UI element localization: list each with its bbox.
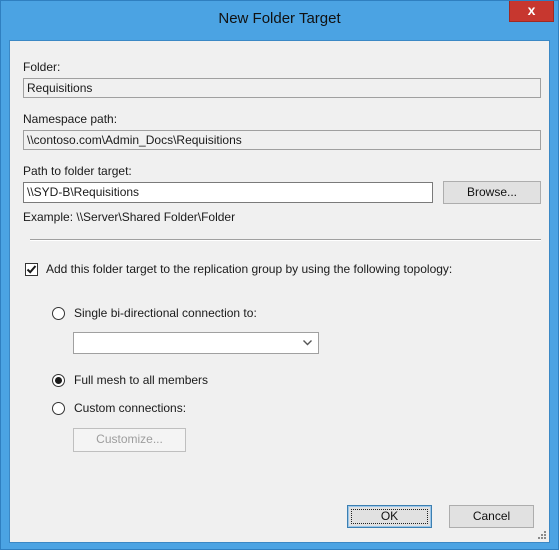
dialog-window: New Folder Target x Folder: Requisitions… (0, 0, 559, 550)
radio-full-mesh-label[interactable]: Full mesh to all members (74, 373, 208, 387)
ok-button[interactable]: OK (347, 505, 432, 528)
browse-button[interactable]: Browse... (443, 181, 541, 204)
target-path-example: Example: \\Server\Shared Folder\Folder (23, 210, 236, 224)
radio-custom-connections-label[interactable]: Custom connections: (74, 401, 186, 415)
radio-full-mesh[interactable] (52, 374, 65, 387)
title-bar[interactable]: New Folder Target x (1, 1, 558, 40)
customize-button[interactable]: Customize... (73, 428, 186, 452)
close-button[interactable]: x (509, 1, 554, 22)
ok-button-label: OK (380, 509, 399, 523)
resize-grip-icon[interactable] (537, 530, 547, 540)
chevron-down-icon (303, 340, 312, 346)
radio-single-connection[interactable] (52, 307, 65, 320)
replication-checkbox[interactable] (25, 263, 38, 276)
namespace-path-field: \\contoso.com\Admin_Docs\Requisitions (23, 130, 541, 150)
dialog-title: New Folder Target (218, 10, 341, 27)
close-icon: x (527, 2, 536, 18)
section-divider (30, 239, 541, 241)
folder-field: Requisitions (23, 78, 541, 98)
target-path-input[interactable]: \\SYD-B\Requisitions (23, 182, 433, 203)
target-path-label: Path to folder target: (23, 164, 132, 178)
member-combo[interactable] (73, 332, 319, 354)
cancel-button[interactable]: Cancel (449, 505, 534, 528)
dialog-body: Folder: Requisitions Namespace path: \\c… (9, 40, 550, 543)
radio-custom-connections[interactable] (52, 402, 65, 415)
namespace-path-label: Namespace path: (23, 112, 118, 126)
checkmark-icon (26, 265, 37, 274)
replication-checkbox-label[interactable]: Add this folder target to the replicatio… (46, 262, 452, 276)
folder-label: Folder: (23, 60, 61, 74)
radio-selected-dot (55, 377, 62, 384)
radio-single-connection-label[interactable]: Single bi-directional connection to: (74, 306, 257, 320)
